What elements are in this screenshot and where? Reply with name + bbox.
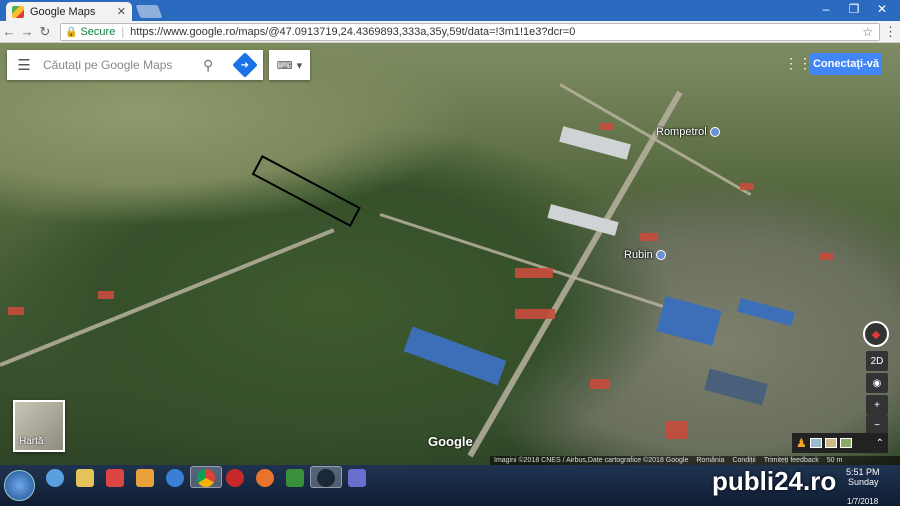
scale-label[interactable]: 50 m bbox=[827, 457, 843, 464]
google-maps-favicon-icon bbox=[12, 5, 24, 18]
outlined-land-plot bbox=[251, 155, 361, 228]
maps-search-box: ☰ ⚲ ➜ bbox=[7, 50, 263, 80]
url-text: https://www.google.ro/maps/@47.0913719,2… bbox=[130, 26, 576, 38]
compass-icon[interactable]: ◆ bbox=[863, 321, 889, 347]
clock-time: 5:51 PM bbox=[846, 467, 880, 477]
blue-roof-warehouse bbox=[656, 296, 722, 346]
poi-label: Rubin bbox=[624, 249, 653, 261]
app-icon[interactable] bbox=[226, 469, 244, 487]
village-road bbox=[379, 213, 666, 309]
blue-roof-building bbox=[403, 326, 507, 386]
ie-icon[interactable] bbox=[46, 469, 64, 487]
maximize-icon[interactable]: ❐ bbox=[840, 0, 868, 18]
search-input[interactable] bbox=[41, 57, 191, 73]
map-footer: Imagini ©2018 CNES / Airbus,Date cartogr… bbox=[490, 456, 900, 465]
app-icon[interactable] bbox=[286, 469, 304, 487]
layers-toggle[interactable]: Hartă bbox=[13, 400, 65, 452]
close-window-icon[interactable]: ✕ bbox=[868, 0, 896, 18]
red-roof-house bbox=[515, 309, 555, 319]
terms-link[interactable]: Condiții bbox=[732, 457, 755, 464]
imagery-attribution: Imagini ©2018 CNES / Airbus,Date cartogr… bbox=[494, 457, 689, 464]
red-roof-house bbox=[666, 421, 688, 439]
tab-close-icon[interactable]: ✕ bbox=[117, 5, 126, 18]
lock-icon: 🔒 bbox=[65, 26, 78, 38]
grey-roof-complex bbox=[559, 126, 631, 160]
address-row: ← → ↻ 🔒 Secure | https://www.google.ro/m… bbox=[0, 21, 900, 43]
red-roof-house bbox=[98, 291, 114, 299]
address-bar[interactable]: 🔒 Secure | https://www.google.ro/maps/@4… bbox=[60, 23, 880, 41]
menu-icon[interactable]: ☰ bbox=[7, 56, 41, 74]
firefox-icon[interactable] bbox=[256, 469, 274, 487]
zoom-out-button[interactable]: − bbox=[866, 415, 888, 435]
red-roof-house bbox=[8, 307, 24, 315]
browser-menu-icon[interactable]: ⋮ bbox=[884, 24, 897, 40]
zoom-in-button[interactable]: + bbox=[866, 395, 888, 415]
directions-icon[interactable]: ➜ bbox=[232, 52, 258, 78]
clock-day: Sunday bbox=[848, 477, 879, 487]
google-logo: Google bbox=[428, 434, 473, 449]
feedback-link[interactable]: Trimiteți feedback bbox=[764, 457, 819, 464]
keyboard-icon: ⌨ bbox=[276, 59, 293, 72]
watermark-logo: publi24.ro bbox=[712, 466, 836, 497]
media-icon[interactable] bbox=[106, 469, 124, 487]
street-view-bar: ♟ ⌃ bbox=[792, 433, 888, 453]
my-location-icon[interactable]: ◉ bbox=[866, 373, 888, 393]
tab-google-maps[interactable]: Google Maps ✕ bbox=[6, 2, 132, 21]
back-icon[interactable]: ← bbox=[0, 24, 18, 39]
app-icon[interactable] bbox=[136, 469, 154, 487]
secure-label: Secure bbox=[80, 26, 116, 38]
pegman-icon[interactable]: ♟ bbox=[796, 436, 807, 450]
chevron-down-icon: ▾ bbox=[296, 59, 303, 72]
red-roof-house bbox=[640, 233, 658, 241]
minimize-icon[interactable]: – bbox=[812, 0, 840, 18]
collapse-chevron-icon[interactable]: ⌃ bbox=[876, 438, 884, 449]
poi-pin-icon bbox=[709, 127, 720, 137]
bookmark-star-icon[interactable]: ☆ bbox=[862, 25, 873, 39]
poi-rubin[interactable]: Rubin bbox=[624, 249, 666, 261]
secondary-road bbox=[0, 228, 335, 367]
satellite-map[interactable]: ☰ ⚲ ➜ ⌨ ▾ ⋮⋮⋮ Conectați-vă Rompetrol Rub… bbox=[0, 43, 900, 465]
imagery-thumbnail[interactable] bbox=[809, 438, 822, 448]
start-button[interactable] bbox=[4, 470, 35, 501]
reload-icon[interactable]: ↻ bbox=[36, 24, 54, 40]
poi-pin-icon bbox=[655, 250, 666, 260]
browser-tab-bar: Google Maps ✕ – ❐ ✕ bbox=[0, 0, 900, 21]
red-roof-house bbox=[600, 123, 614, 130]
watermark-text: publi bbox=[712, 466, 775, 496]
new-tab-button[interactable] bbox=[135, 5, 163, 18]
watermark-number: 24 bbox=[774, 466, 804, 496]
poi-rompetrol[interactable]: Rompetrol bbox=[656, 126, 720, 138]
view-2d-button[interactable]: 2D bbox=[866, 351, 888, 371]
sign-in-button[interactable]: Conectați-vă bbox=[810, 53, 882, 75]
chrome-icon[interactable] bbox=[197, 469, 215, 487]
red-roof-house bbox=[590, 379, 610, 389]
dark-roof-building bbox=[704, 368, 768, 406]
watermark-suffix: .ro bbox=[803, 466, 837, 496]
red-roof-house bbox=[740, 183, 754, 190]
forward-icon[interactable]: → bbox=[18, 24, 36, 39]
red-roof-house bbox=[820, 253, 834, 260]
app-icon[interactable] bbox=[166, 469, 184, 487]
layers-label: Hartă bbox=[19, 436, 44, 447]
input-tools-button[interactable]: ⌨ ▾ bbox=[269, 50, 310, 80]
explorer-icon[interactable] bbox=[76, 469, 94, 487]
clock-date: 1/7/2018 bbox=[847, 497, 879, 506]
steam-icon[interactable] bbox=[317, 469, 335, 487]
red-roof-house bbox=[515, 268, 553, 278]
tab-title: Google Maps bbox=[30, 5, 96, 18]
app-icon[interactable] bbox=[348, 469, 366, 487]
address-separator: | bbox=[121, 26, 125, 38]
imagery-thumbnail[interactable] bbox=[824, 438, 837, 448]
imagery-thumbnail[interactable] bbox=[839, 438, 852, 448]
poi-label: Rompetrol bbox=[656, 126, 707, 138]
search-icon[interactable]: ⚲ bbox=[203, 57, 213, 74]
blue-roof-shed bbox=[737, 297, 795, 327]
country-link[interactable]: România bbox=[696, 457, 724, 464]
